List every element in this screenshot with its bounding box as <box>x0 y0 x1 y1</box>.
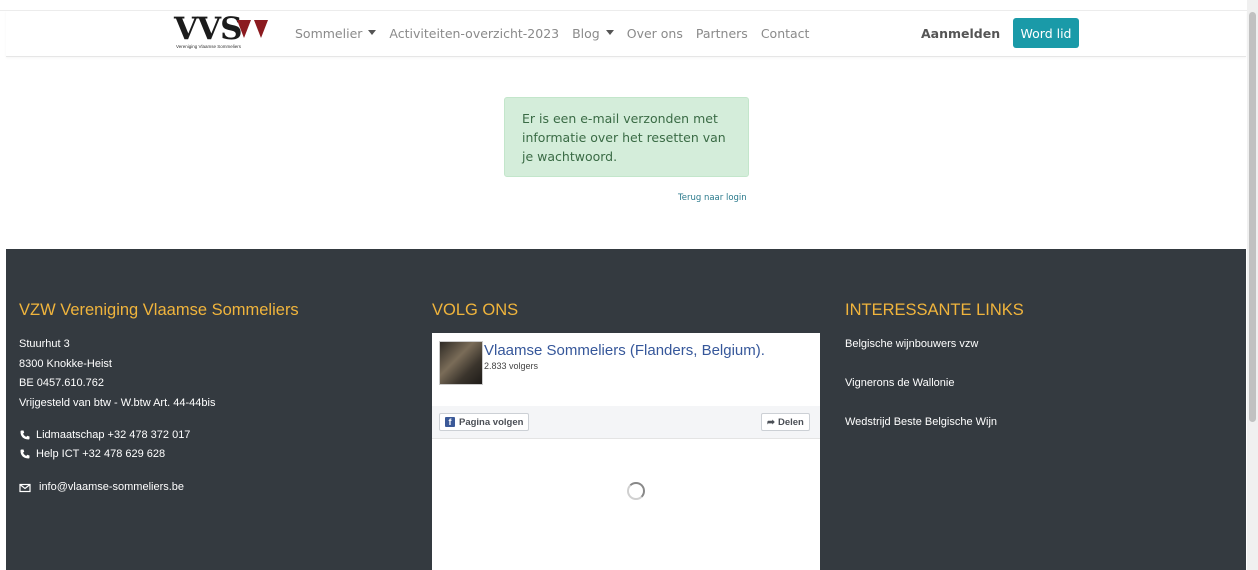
nav-item-over-ons[interactable]: Over ons <box>627 26 683 41</box>
logo-glass-icon <box>254 20 268 38</box>
login-link[interactable]: Aanmelden <box>921 26 1000 41</box>
join-button[interactable]: Word lid <box>1013 18 1079 48</box>
phone-membership[interactable]: Lidmaatschap +32 478 372 017 <box>36 429 190 441</box>
nav-item-activiteiten[interactable]: Activiteiten-overzicht-2023 <box>389 26 559 41</box>
nav-item-label: Sommelier <box>295 26 363 41</box>
link-belgische-wijnbouwers[interactable]: Belgische wijnbouwers vzw <box>845 338 978 350</box>
share-label: Delen <box>777 416 804 428</box>
facebook-action-bar: f Pagina volgen ➦ Delen <box>432 406 820 439</box>
email-link[interactable]: info@vlaamse-sommeliers.be <box>39 481 184 493</box>
nav-item-label: Activiteiten-overzicht-2023 <box>389 26 560 41</box>
nav-item-label: Partners <box>695 26 748 41</box>
footer: VZW Vereniging Vlaamse Sommeliers Stuurh… <box>6 249 1246 570</box>
nav-item-sommelier[interactable]: Sommelier <box>295 26 377 41</box>
loading-spinner-icon <box>627 482 645 500</box>
vat-note: Vrijgesteld van btw - W.btw Art. 44-44bi… <box>19 397 216 409</box>
nav-item-label: Blog <box>572 26 600 41</box>
success-alert: Er is een e-mail verzonden met informati… <box>504 97 749 177</box>
address-line-1: Stuurhut 3 <box>19 338 70 350</box>
navbar: VVS Vereniging Vlaamse Sommeliers Sommel… <box>6 11 1246 57</box>
follow-page-button[interactable]: f Pagina volgen <box>439 413 530 431</box>
site-logo[interactable]: VVS Vereniging Vlaamse Sommeliers <box>174 11 274 49</box>
nav-item-partners[interactable]: Partners <box>696 26 748 41</box>
link-wedstrijd-beste-belgische-wijn[interactable]: Wedstrijd Beste Belgische Wijn <box>845 416 997 428</box>
phone-icon <box>20 430 30 440</box>
footer-follow-heading: VOLG ONS <box>432 301 519 319</box>
facebook-widget: Vlaamse Sommeliers (Flanders, Belgium). … <box>432 333 820 570</box>
logo-subtitle: Vereniging Vlaamse Sommeliers <box>176 44 242 49</box>
facebook-page-thumbnail[interactable] <box>439 341 483 385</box>
link-vignerons-de-wallonie[interactable]: Vignerons de Wallonie <box>845 377 954 389</box>
follow-page-label: Pagina volgen <box>459 416 524 428</box>
facebook-page-header[interactable]: Vlaamse Sommeliers (Flanders, Belgium). … <box>432 333 820 405</box>
nav-item-label: Contact <box>760 26 810 41</box>
vat-number: BE 0457.610.762 <box>19 377 105 389</box>
caret-down-icon <box>605 30 614 35</box>
footer-links-heading: INTERESSANTE LINKS <box>845 301 1024 319</box>
facebook-icon: f <box>445 417 455 427</box>
page-scrollbar[interactable] <box>1247 0 1258 570</box>
logo-glass-icon <box>237 20 251 38</box>
nav-item-contact[interactable]: Contact <box>761 26 810 41</box>
scrollbar-thumb[interactable] <box>1249 12 1256 422</box>
back-to-login-link[interactable]: Terug naar login <box>678 193 747 203</box>
facebook-page-name[interactable]: Vlaamse Sommeliers (Flanders, Belgium). <box>484 342 765 359</box>
phone-icon <box>20 449 30 459</box>
nav-item-blog[interactable]: Blog <box>572 26 614 41</box>
footer-about-heading: VZW Vereniging Vlaamse Sommeliers <box>19 301 299 319</box>
main-nav: Sommelier Activiteiten-overzicht-2023 Bl… <box>295 26 822 41</box>
caret-down-icon <box>368 30 377 35</box>
nav-item-label: Over ons <box>626 26 683 41</box>
address-line-2: 8300 Knokke-Heist <box>19 358 112 370</box>
share-button[interactable]: ➦ Delen <box>761 413 810 431</box>
envelope-icon <box>19 483 31 493</box>
phone-help[interactable]: Help ICT +32 478 629 628 <box>36 448 165 460</box>
logo-text: VVS <box>174 11 242 47</box>
facebook-followers: 2.833 volgers <box>484 361 539 371</box>
browser-top-strip <box>0 0 1258 11</box>
share-arrow-icon: ➦ <box>767 416 775 428</box>
